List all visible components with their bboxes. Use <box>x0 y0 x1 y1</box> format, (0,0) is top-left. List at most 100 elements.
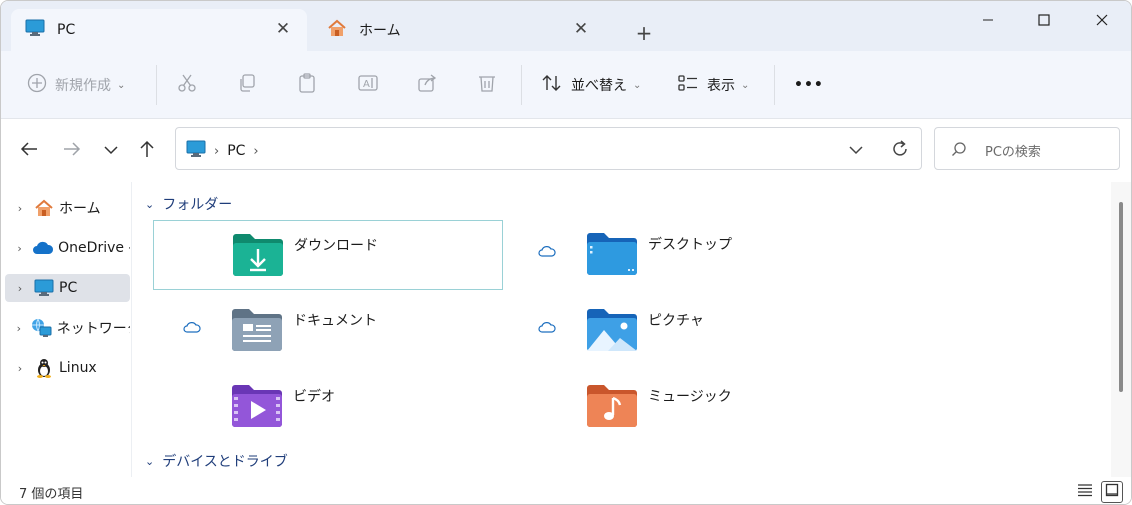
new-tab-button[interactable]: + <box>631 20 657 46</box>
delete-button[interactable] <box>477 69 497 101</box>
new-button[interactable]: 新規作成 ⌄ <box>27 69 125 101</box>
toolbar-divider <box>774 65 775 105</box>
close-tab-icon[interactable]: ✕ <box>571 19 591 39</box>
folder-name: デスクトップ <box>648 237 732 253</box>
view-button-label: 表示 <box>707 78 735 94</box>
group-header-label: デバイスとドライブ <box>162 454 288 470</box>
folder-tile-documents[interactable]: ドキュメント <box>153 296 503 366</box>
folder-tile-downloads[interactable]: ダウンロード <box>153 220 503 290</box>
tab-label: ホーム <box>359 23 401 39</box>
folder-tile-pictures[interactable]: ピクチャ <box>508 296 858 366</box>
chevron-right-icon[interactable]: › <box>11 202 29 215</box>
tab-bar: PC ✕ ホーム ✕ + <box>1 1 1131 51</box>
tiles-view-button[interactable] <box>1101 481 1123 503</box>
view-button[interactable]: 表示 ⌄ <box>677 69 749 101</box>
details-view-icon <box>1077 483 1093 501</box>
sidebar-item-network[interactable]: › ネットワーク <box>5 314 130 342</box>
pictures-folder-icon <box>586 308 638 352</box>
recent-locations-button[interactable] <box>95 135 127 167</box>
share-icon <box>417 73 437 97</box>
breadcrumb-separator-icon[interactable]: › <box>253 144 258 159</box>
documents-folder-icon <box>231 308 283 352</box>
plus-circle-icon <box>27 73 47 97</box>
arrow-left-icon <box>20 141 38 161</box>
toolbar-divider <box>156 65 157 105</box>
breadcrumb-separator-icon[interactable]: › <box>214 144 219 159</box>
folder-name: ダウンロード <box>294 238 378 254</box>
more-options-button[interactable]: ••• <box>794 69 824 101</box>
chevron-right-icon[interactable]: › <box>11 282 29 295</box>
sort-button[interactable]: 並べ替え ⌄ <box>541 69 641 101</box>
new-button-label: 新規作成 <box>55 78 111 94</box>
search-icon <box>951 141 967 157</box>
rename-button[interactable]: A <box>357 69 379 101</box>
scissors-icon <box>177 73 197 97</box>
paste-button[interactable] <box>297 69 317 101</box>
cloud-sync-icon <box>538 320 556 334</box>
maximize-button[interactable] <box>1015 1 1073 39</box>
details-view-button[interactable] <box>1074 481 1096 503</box>
chevron-down-icon: ⌄ <box>741 79 750 91</box>
home-icon <box>33 198 55 218</box>
arrow-right-icon <box>63 141 81 161</box>
up-button[interactable] <box>131 135 163 167</box>
rename-icon: A <box>357 73 379 97</box>
close-window-button[interactable] <box>1073 1 1131 39</box>
scrollbar-thumb[interactable] <box>1119 202 1123 392</box>
tab-home[interactable]: ホーム ✕ <box>313 9 605 51</box>
music-folder-icon <box>586 384 638 428</box>
file-explorer-window: PC ✕ ホーム ✕ + 新規作成 ⌄ A 並べ替え ⌄ 表示 ⌄ ••• › … <box>0 0 1132 505</box>
close-tab-icon[interactable]: ✕ <box>273 19 293 39</box>
group-header-folders[interactable]: ⌄ フォルダー <box>145 194 232 214</box>
monitor-icon <box>33 278 55 298</box>
folder-tile-music[interactable]: ミュージック <box>508 372 858 442</box>
chevron-right-icon[interactable]: › <box>11 242 28 255</box>
status-bar: 7 個の項目 <box>1 477 1131 504</box>
sidebar-item-label: Linux <box>59 360 97 376</box>
breadcrumb-item-pc[interactable]: PC <box>227 143 245 159</box>
sidebar-item-onedrive[interactable]: › OneDrive - <box>5 234 130 262</box>
sidebar-item-pc[interactable]: › PC <box>5 274 130 302</box>
chevron-down-icon <box>104 143 118 159</box>
folder-tile-videos[interactable]: ビデオ <box>153 372 503 442</box>
minimize-button[interactable] <box>959 1 1017 39</box>
sidebar-item-linux[interactable]: › Linux <box>5 354 130 382</box>
linux-icon <box>33 358 55 378</box>
chevron-down-icon: ⌄ <box>145 454 155 468</box>
group-header-devices[interactable]: ⌄ デバイスとドライブ <box>145 451 288 471</box>
chevron-right-icon[interactable]: › <box>11 322 27 335</box>
chevron-down-icon: ⌄ <box>145 197 155 211</box>
tab-pc[interactable]: PC ✕ <box>11 9 307 51</box>
folder-name: ピクチャ <box>648 313 704 329</box>
monitor-icon <box>186 140 206 162</box>
folder-tile-desktop[interactable]: デスクトップ <box>508 220 858 290</box>
sidebar-item-label: OneDrive - <box>58 240 130 256</box>
refresh-button[interactable] <box>889 138 911 160</box>
address-bar[interactable]: › PC › <box>175 127 922 170</box>
sidebar-item-home[interactable]: › ホーム <box>5 194 130 222</box>
tiles-view-icon <box>1105 483 1119 501</box>
view-list-icon <box>677 73 699 97</box>
more-icon: ••• <box>794 77 824 93</box>
sidebar-item-label: PC <box>59 280 78 296</box>
group-header-label: フォルダー <box>162 197 233 213</box>
cut-button[interactable] <box>177 69 197 101</box>
downloads-folder-icon <box>232 233 284 277</box>
sort-arrows-icon <box>541 73 563 97</box>
copy-button[interactable] <box>237 69 257 101</box>
svg-text:A: A <box>363 79 370 90</box>
arrow-up-icon <box>139 140 155 162</box>
address-history-dropdown[interactable] <box>845 139 867 161</box>
chevron-down-icon: ⌄ <box>633 79 642 91</box>
share-button[interactable] <box>417 69 437 101</box>
folder-name: ビデオ <box>293 389 335 405</box>
onedrive-icon <box>32 238 54 258</box>
file-view: ⌄ フォルダー ダウンロード デスクトップ ドキュメント ピクチャ ビデオ ミュ… <box>133 182 1111 477</box>
sort-button-label: 並べ替え <box>571 78 627 94</box>
chevron-right-icon[interactable]: › <box>11 362 29 375</box>
forward-button[interactable] <box>56 135 88 167</box>
command-bar: 新規作成 ⌄ A 並べ替え ⌄ 表示 ⌄ ••• <box>1 51 1131 119</box>
vertical-scrollbar[interactable] <box>1111 182 1131 477</box>
search-box[interactable]: PCの検索 <box>934 127 1120 170</box>
back-button[interactable] <box>13 135 45 167</box>
